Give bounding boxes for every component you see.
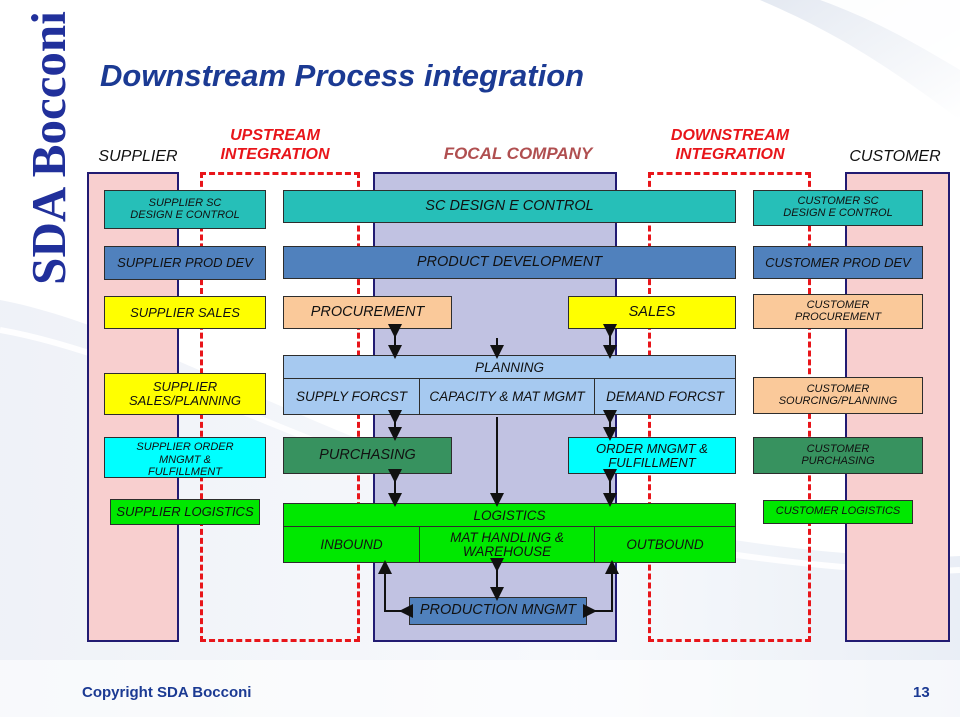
footer-page-number: 13 <box>913 684 930 701</box>
connector-arrows <box>378 324 619 618</box>
slide-canvas: SDA Bocconi Downstream Process integrati… <box>0 0 960 717</box>
footer-copyright: Copyright SDA Bocconi <box>82 684 252 701</box>
